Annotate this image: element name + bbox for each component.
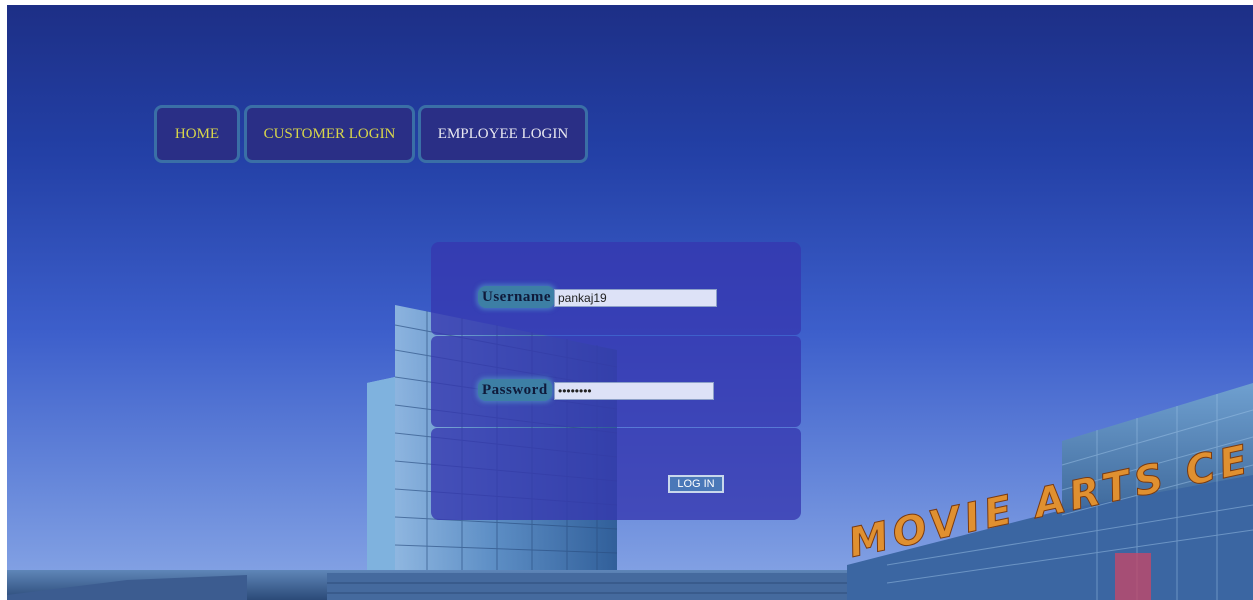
password-input[interactable] <box>554 382 714 400</box>
username-label: Username <box>478 286 555 308</box>
nav-home-label: HOME <box>174 125 220 142</box>
password-label: Password <box>478 379 552 401</box>
username-input[interactable] <box>554 289 717 307</box>
login-button[interactable]: LOG IN <box>668 475 724 493</box>
nav-customer-login-label: CUSTOMER LOGIN <box>263 125 396 142</box>
nav-employee-login[interactable]: EMPLOYEE LOGIN <box>418 105 588 163</box>
login-panel-submit-row <box>431 428 801 520</box>
nav-employee-login-label: EMPLOYEE LOGIN <box>437 125 569 142</box>
movie-arts-center-building: MOVIE ARTS CENTER <box>844 383 1253 600</box>
nav-home[interactable]: HOME <box>154 105 240 163</box>
page-background: MOVIE ARTS CENTER HOME CUSTOMER LOGIN EM… <box>7 5 1253 600</box>
nav-customer-login[interactable]: CUSTOMER LOGIN <box>244 105 415 163</box>
